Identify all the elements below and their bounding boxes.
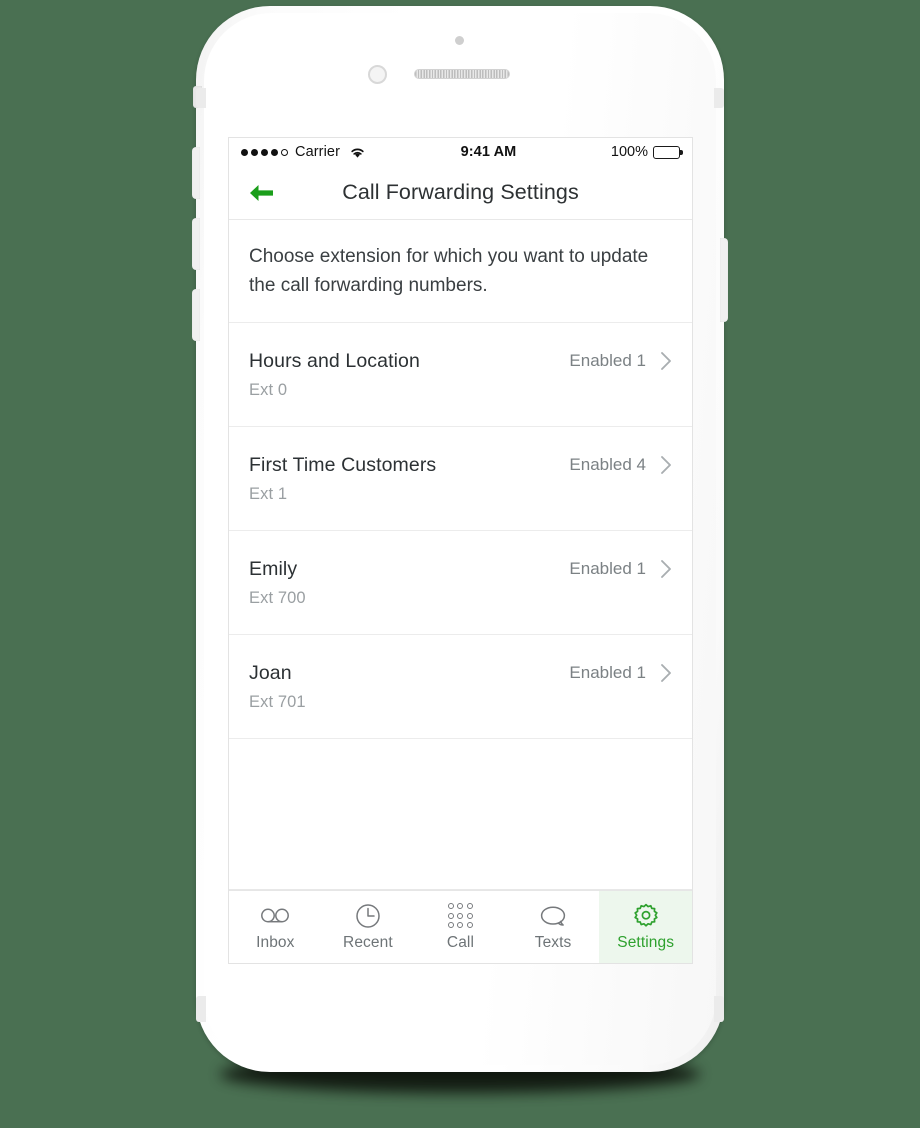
antenna-band-right-top (714, 88, 724, 108)
gear-icon (633, 902, 659, 929)
status-badge: Enabled 1 (569, 663, 646, 682)
list-item[interactable]: Joan Enabled 1 Ext 701 (229, 635, 692, 739)
extension-name: Emily (249, 557, 298, 580)
list-item-top-row: First Time Customers Enabled 4 (249, 454, 672, 477)
tab-recent[interactable]: Recent (322, 891, 415, 963)
status-badge: Enabled 1 (569, 559, 646, 578)
back-button[interactable] (245, 178, 279, 208)
extension-name: Hours and Location (249, 349, 420, 372)
list-item-top-row: Hours and Location Enabled 1 (249, 350, 672, 373)
list-item[interactable]: Hours and Location Enabled 1 Ext 0 (229, 323, 692, 427)
dialpad-icon (447, 902, 473, 929)
status-badge: Enabled 4 (569, 455, 646, 474)
antenna-band-left-top (196, 88, 206, 108)
extension-number: Ext 0 (249, 380, 288, 399)
extension-number: Ext 1 (249, 484, 288, 503)
list-item-top-row: Joan Enabled 1 (249, 662, 672, 685)
status-bar-left: Carrier (241, 144, 366, 160)
phone-screen: Carrier 9:41 AM 100% Call Forwarding Set… (228, 137, 693, 964)
earpiece-speaker-grille (414, 69, 510, 79)
status-bar: Carrier 9:41 AM 100% (229, 138, 692, 166)
extension-name: First Time Customers (249, 453, 437, 476)
antenna-band-right-bottom (714, 996, 724, 1022)
list-item-top-row: Emily Enabled 1 (249, 558, 672, 581)
wifi-icon (351, 148, 364, 158)
list-empty-area (229, 739, 692, 890)
chevron-right-icon (661, 664, 671, 682)
tab-texts[interactable]: Texts (507, 891, 600, 963)
battery-percent-label: 100% (610, 144, 648, 160)
extension-list: Hours and Location Enabled 1 Ext 0 First… (229, 323, 692, 739)
list-item[interactable]: Emily Enabled 1 Ext 700 (229, 531, 692, 635)
extension-name: Joan (249, 661, 292, 684)
status-badge: Enabled 1 (569, 351, 646, 370)
chevron-right-icon (661, 560, 671, 578)
extension-number: Ext 701 (249, 692, 306, 711)
side-button-lower-left[interactable] (192, 289, 200, 341)
tab-label: Settings (617, 934, 675, 951)
volume-up-button[interactable] (192, 147, 200, 199)
voicemail-icon (260, 902, 290, 929)
antenna-band-left-bottom (196, 996, 206, 1022)
speech-bubble-icon (539, 902, 567, 929)
tab-settings[interactable]: Settings (599, 891, 692, 963)
chevron-right-icon (661, 456, 671, 474)
extension-number: Ext 700 (249, 588, 306, 607)
tab-call[interactable]: Call (414, 891, 507, 963)
front-camera-icon (368, 65, 387, 84)
status-bar-time: 9:41 AM (460, 144, 517, 160)
tab-inbox[interactable]: Inbox (229, 891, 322, 963)
carrier-label: Carrier (295, 144, 341, 160)
page-title: Call Forwarding Settings (342, 180, 579, 204)
tab-label: Inbox (256, 934, 295, 951)
signal-strength-icon (241, 148, 288, 156)
navigation-bar: Call Forwarding Settings (229, 166, 692, 220)
power-button[interactable] (720, 238, 728, 322)
clock-icon (355, 902, 381, 929)
chevron-right-icon (661, 352, 671, 370)
volume-down-button[interactable] (192, 218, 200, 270)
list-item[interactable]: First Time Customers Enabled 4 Ext 1 (229, 427, 692, 531)
proximity-sensor-icon (455, 36, 464, 45)
battery-icon (653, 145, 683, 159)
tab-label: Texts (534, 934, 572, 951)
tab-label: Recent (343, 934, 393, 951)
back-arrow-icon (250, 184, 273, 201)
tab-label: Call (446, 934, 475, 951)
status-bar-right: 100% (610, 144, 683, 160)
description-section: Choose extension for which you want to u… (229, 220, 692, 323)
tab-bar: Inbox Recent Call Texts Settings (229, 890, 692, 963)
description-text: Choose extension for which you want to u… (249, 246, 649, 296)
